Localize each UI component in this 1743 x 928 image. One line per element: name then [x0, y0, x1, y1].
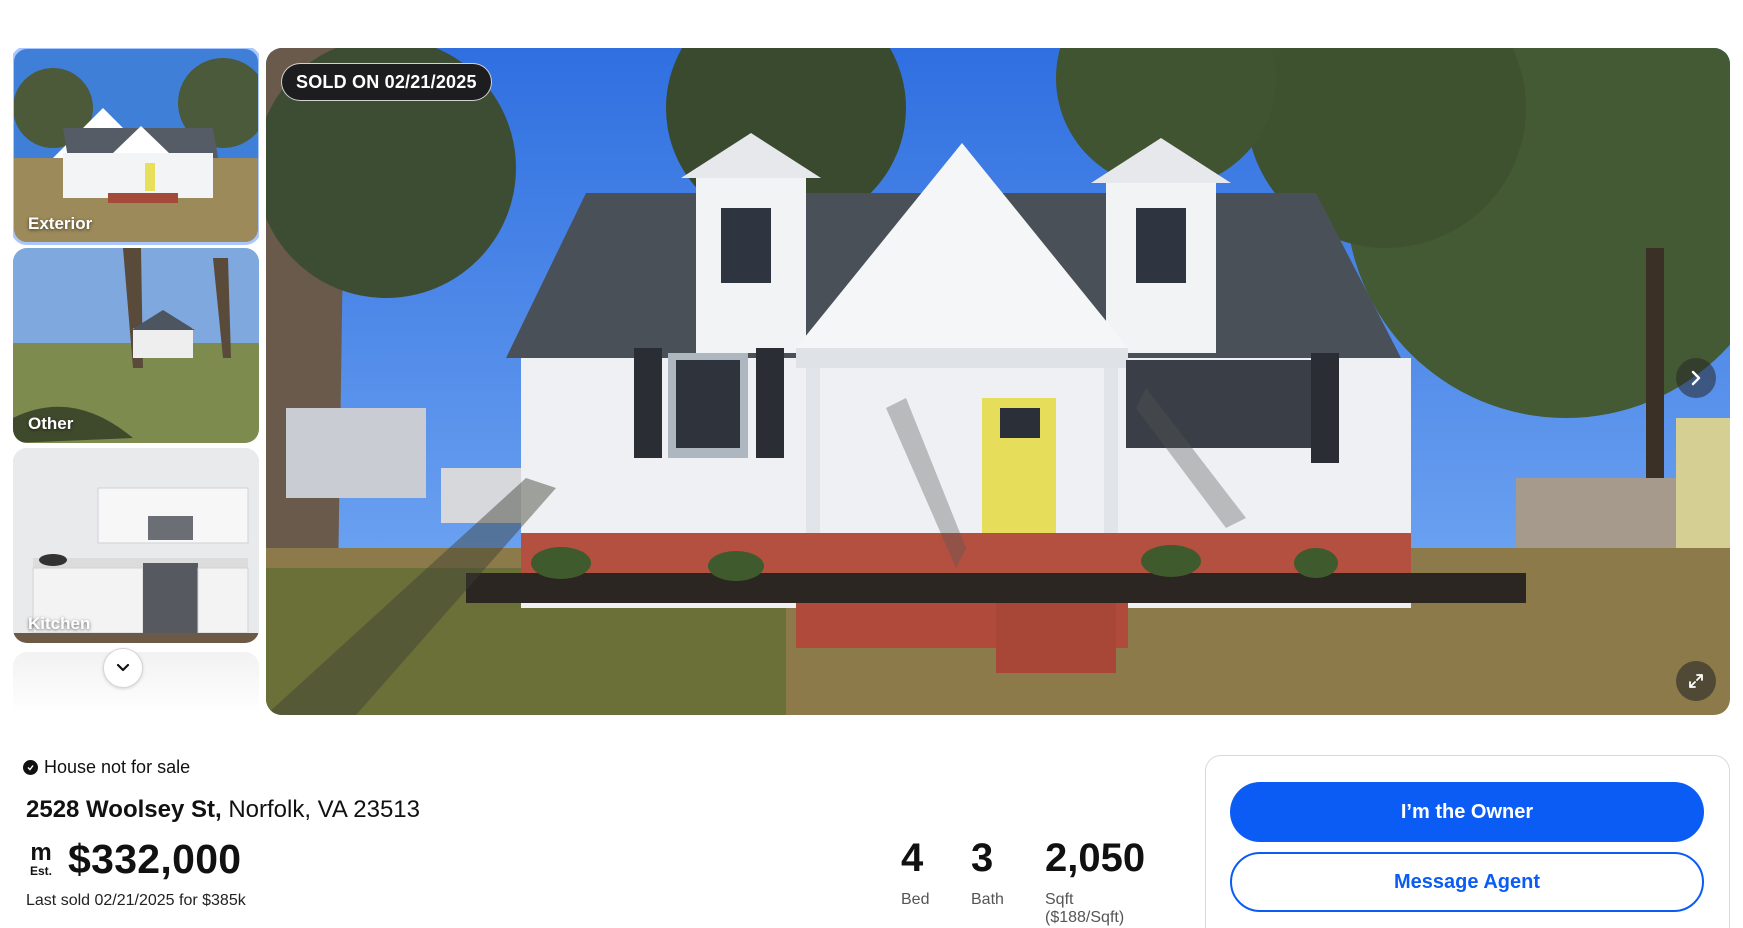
- estimated-price: $332,000: [68, 836, 242, 882]
- stat-label: Bath: [971, 891, 1004, 908]
- im-the-owner-button[interactable]: I’m the Owner: [1230, 782, 1704, 842]
- thumbnail-label: Other: [28, 414, 74, 433]
- status-text: House not for sale: [44, 757, 191, 777]
- stat-sqft: 2,050 Sqft ($188/Sqft): [1045, 836, 1145, 927]
- street-address: 2528 Woolsey St,: [26, 796, 222, 823]
- next-photo-button[interactable]: [1676, 358, 1716, 398]
- sold-badge: SOLD ON 02/21/2025: [281, 63, 492, 101]
- contact-card: I’m the Owner Message Agent: [1205, 755, 1730, 928]
- house-photo: [266, 48, 1730, 715]
- stat-value: 3: [971, 836, 994, 880]
- thumbnail-label: Kitchen: [28, 614, 91, 633]
- thumbnail-label: Exterior: [28, 214, 93, 233]
- fullscreen-button[interactable]: [1676, 661, 1716, 701]
- stat-label: Bed: [901, 891, 930, 908]
- estimate-logo-est: Est.: [29, 863, 52, 878]
- address: 2528 Woolsey St, Norfolk, VA 23513: [26, 796, 420, 824]
- listing-status: House not for sale: [23, 757, 190, 778]
- stat-bed: 4 Bed: [901, 836, 929, 909]
- stat-value: 2,050: [1045, 836, 1146, 880]
- thumbnail-other[interactable]: Other: [13, 248, 259, 443]
- thumbnail-strip: Exterior Other Kitchen: [13, 48, 259, 715]
- estimate-logo-m: m: [30, 838, 52, 866]
- price-row: m Est. $332,000: [26, 836, 241, 883]
- last-sold-info: Last sold 02/21/2025 for $385k: [26, 892, 246, 909]
- status-dot-icon: [23, 760, 38, 775]
- scroll-thumbnails-button[interactable]: [103, 648, 143, 688]
- estimate-logo[interactable]: m Est.: [26, 838, 56, 879]
- chevron-down-icon: [116, 663, 130, 672]
- stat-label: Sqft ($188/Sqft): [1045, 891, 1125, 926]
- stat-bath: 3 Bath: [971, 836, 1004, 909]
- main-photo[interactable]: SOLD ON 02/21/2025: [266, 48, 1730, 715]
- message-agent-button[interactable]: Message Agent: [1230, 852, 1704, 912]
- stat-value: 4: [901, 836, 924, 880]
- chevron-right-icon: [1691, 370, 1701, 386]
- city-state-zip: Norfolk, VA 23513: [228, 796, 420, 823]
- thumbnail-exterior[interactable]: Exterior: [13, 48, 259, 245]
- expand-icon: [1689, 674, 1703, 688]
- thumbnail-kitchen[interactable]: Kitchen: [13, 448, 259, 643]
